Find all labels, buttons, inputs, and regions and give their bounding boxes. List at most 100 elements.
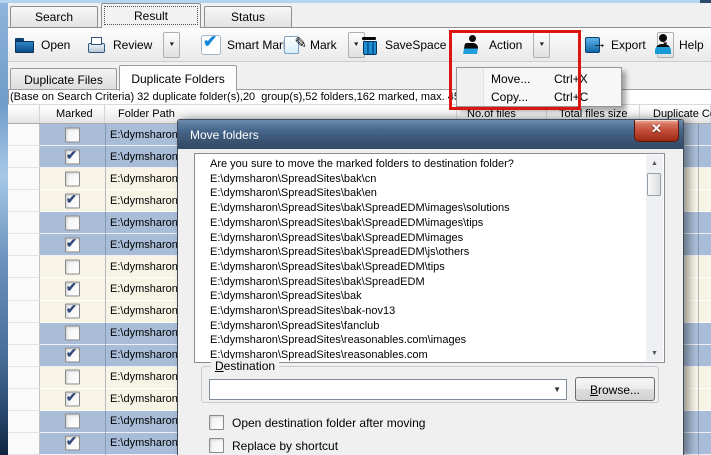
replace-by-shortcut-checkbox[interactable] [209,438,224,453]
folder-path-cell: E:\dymsharon\ [110,393,181,406]
marked-checkbox[interactable] [65,191,80,209]
marked-checkbox[interactable] [65,325,80,341]
marked-checkbox[interactable] [65,390,80,407]
row-selector-cell[interactable] [8,234,40,257]
action-dropdown-arrow[interactable] [533,31,551,58]
chevron-down-icon[interactable] [553,385,561,394]
open-button[interactable]: Open [14,31,70,58]
subtab-duplicate-folders[interactable]: Duplicate Folders [119,65,237,91]
move-folders-dialog: Move folders Are you sure to move the ma… [177,119,684,455]
dialog-checkbox-row: Open destination folder after moving [209,415,425,430]
row-selector-cell[interactable] [8,124,40,147]
column-header-row-selector[interactable] [8,105,40,123]
main-tab-bar: Search Result Status [8,3,711,28]
scrollbar-thumb[interactable] [647,173,661,196]
folder-list-item: E:\dymsharon\SpreadSites\bak\SpreadEDM\i… [210,216,484,229]
folder-list-item: E:\dymsharon\SpreadSites\bak\SpreadEDM\t… [210,260,445,273]
folder-path-cell: E:\dymsharon\ [110,437,181,450]
marked-checkbox[interactable] [65,259,80,275]
marked-checkbox[interactable] [65,147,80,165]
marked-checkbox[interactable] [65,127,80,143]
row-selector-cell[interactable] [8,322,40,345]
folder-list-item: E:\dymsharon\SpreadSites\bak\SpreadEDM [210,275,425,288]
folder-path-cell: E:\dymsharon\ [110,150,181,163]
row-selector-cell[interactable] [8,256,40,279]
row-selector-cell[interactable] [8,388,40,411]
scroll-down-icon[interactable] [646,345,663,361]
open-label: Open [41,37,71,52]
menu-item-label: Copy... [491,90,529,104]
marked-checkbox[interactable] [65,215,80,231]
marked-checkbox[interactable] [65,369,80,385]
dialog-checkbox-row: Replace by shortcut [209,438,338,453]
dialog-title: Move folders [178,120,683,149]
menu-item-label: Move... [491,72,531,86]
folder-path-cell: E:\dymsharon\ [110,238,181,251]
column-header-marked[interactable]: Marked [40,105,105,123]
row-selector-cell[interactable] [8,168,40,191]
toolbar: OpenReviewSmart MarkerMarkSaveSpaceActio… [8,28,711,62]
review-label: Review [113,37,153,52]
column-grid-line [105,124,106,455]
action-button[interactable]: Action [462,31,551,58]
scroll-up-icon[interactable] [646,155,663,171]
mark-button[interactable]: Mark [283,31,365,58]
menu-item-copy[interactable]: Copy... Ctrl+C [457,88,621,106]
marked-checkbox[interactable] [65,235,80,253]
row-selector-cell[interactable] [8,432,40,455]
row-selector-cell[interactable] [8,212,40,235]
destination-combobox[interactable] [209,379,567,400]
marked-checkbox[interactable] [65,346,80,363]
folder-list-item: E:\dymsharon\SpreadSites\bak\SpreadEDM\i… [210,202,510,215]
action-person-icon [462,34,484,56]
tab-result[interactable]: Result [101,3,201,28]
review-dropdown-arrow[interactable] [163,31,181,58]
subtab-duplicate-files[interactable]: Duplicate Files [10,68,117,90]
marked-checkbox[interactable] [65,434,80,451]
help-button[interactable]: Help [652,31,711,58]
folder-list-item: E:\dymsharon\SpreadSites\reasonables.com… [210,334,467,347]
background-window-edge [0,3,8,455]
browse-button[interactable]: Browse... [575,377,655,401]
row-selector-cell[interactable] [8,300,40,323]
folder-path-cell: E:\dymsharon\ [110,260,181,273]
row-selector-cell[interactable] [8,344,40,367]
folder-path-cell: E:\dymsharon\ [110,305,181,318]
folder-list-item: E:\dymsharon\SpreadSites\bak [210,290,362,303]
folder-list[interactable]: Are you sure to move the marked folders … [194,153,665,363]
application-window: SearchResultStatus OpenReviewSmart Marke… [0,0,711,455]
row-selector-cell[interactable] [8,410,40,433]
marked-checkbox[interactable] [65,413,80,429]
tab-search[interactable]: Search [10,6,98,27]
folder-list-item: E:\dymsharon\SpreadSites\bak\SpreadEDM\i… [210,231,464,244]
menu-item-shortcut: Ctrl+X [554,72,588,86]
status-line: (Base on Search Criteria) 32 duplicate f… [10,91,470,103]
review-button[interactable]: Review [86,31,181,58]
savespace-label: SaveSpace [385,37,447,52]
open-destination-folder-after-moving-checkbox[interactable] [209,415,224,430]
smart-marker-check-icon [200,32,222,56]
row-selector-cell[interactable] [8,366,40,389]
menu-item-shortcut: Ctrl+C [554,90,589,104]
close-button[interactable] [634,120,679,142]
action-context-menu: Move... Ctrl+X Copy... Ctrl+C [456,67,622,107]
list-scrollbar[interactable] [646,155,663,361]
row-selector-cell[interactable] [8,278,40,301]
tab-status[interactable]: Status [204,6,292,27]
trash-icon [358,34,380,56]
row-selector-cell[interactable] [8,190,40,213]
marked-checkbox[interactable] [65,302,80,319]
marked-checkbox[interactable] [65,279,80,297]
folder-path-cell: E:\dymsharon\ [110,128,181,141]
folder-path-cell: E:\dymsharon\ [110,194,181,207]
folder-list-item: E:\dymsharon\SpreadSites\fanclub [210,319,380,332]
savespace-button[interactable]: SaveSpace [358,31,446,58]
dialog-message: Are you sure to move the marked folders … [210,158,514,170]
destination-label: Destination [211,359,280,373]
marked-checkbox[interactable] [65,171,80,187]
mark-pencil-icon [283,34,307,56]
row-selector-cell[interactable] [8,146,40,169]
menu-item-move[interactable]: Move... Ctrl+X [457,70,621,88]
replace-by-shortcut-label: Replace by shortcut [232,438,339,453]
folder-path-cell: E:\dymsharon\ [110,371,181,384]
